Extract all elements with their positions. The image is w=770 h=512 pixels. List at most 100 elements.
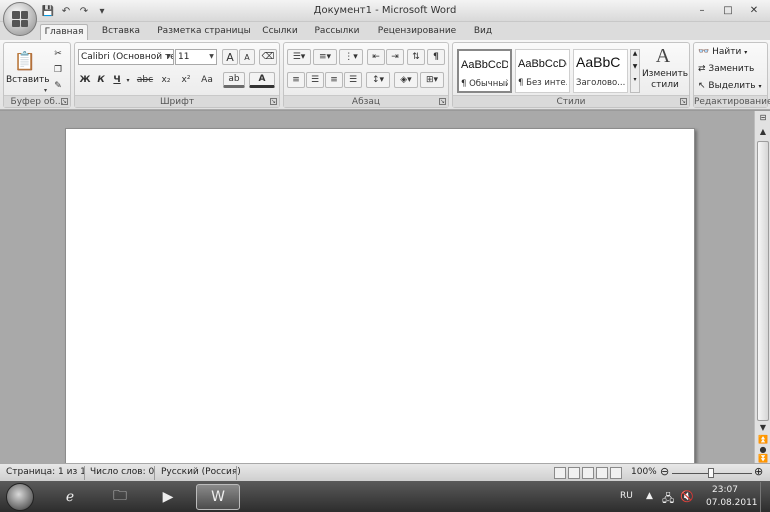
- decrease-indent-icon[interactable]: ⇤: [367, 49, 385, 65]
- draft-view-icon[interactable]: [610, 467, 622, 479]
- increase-indent-icon[interactable]: ⇥: [386, 49, 404, 65]
- paste-icon[interactable]: 📋: [10, 47, 40, 75]
- network-icon[interactable]: 🖧: [662, 490, 674, 509]
- tray-time[interactable]: 23:07: [712, 485, 738, 495]
- bold-button[interactable]: Ж: [78, 72, 92, 88]
- subscript-button[interactable]: x₂: [157, 72, 175, 88]
- styles-up-icon[interactable]: ▲: [631, 50, 639, 57]
- minimize-button[interactable]: –: [690, 2, 714, 18]
- tray-language[interactable]: RU: [620, 491, 633, 501]
- font-name-combo[interactable]: Calibri (Основной те ▼: [78, 49, 174, 65]
- change-styles-label-1[interactable]: Изменить: [641, 69, 689, 79]
- change-styles-icon[interactable]: A: [649, 45, 677, 67]
- tab-view[interactable]: Вид: [470, 24, 496, 40]
- change-styles-label-2[interactable]: стили: [641, 80, 689, 90]
- align-right-icon[interactable]: ≡: [325, 72, 343, 88]
- numbering-icon[interactable]: ≡▾: [313, 49, 337, 65]
- zoom-in-icon[interactable]: ⊕: [754, 465, 763, 478]
- font-launcher-icon[interactable]: ↘: [270, 98, 277, 105]
- print-layout-view-icon[interactable]: [554, 467, 566, 479]
- tab-references[interactable]: Ссылки: [260, 24, 300, 40]
- borders-icon[interactable]: ⊞▾: [420, 72, 444, 88]
- line-spacing-icon[interactable]: ↕▾: [366, 72, 390, 88]
- style-no-spacing[interactable]: AaBbCcDc ¶ Без инте...: [515, 49, 570, 93]
- status-language[interactable]: Русский (Россия): [161, 467, 241, 477]
- browse-object-icon[interactable]: ●: [757, 445, 769, 454]
- document-page[interactable]: [65, 128, 695, 468]
- styles-gallery-scroll[interactable]: ▲ ▼ ▾: [630, 49, 640, 93]
- status-word-count[interactable]: Число слов: 0: [90, 467, 154, 477]
- style-normal[interactable]: AaBbCcDc ¶ Обычный: [457, 49, 512, 93]
- format-painter-icon[interactable]: ✎: [50, 78, 66, 94]
- maximize-button[interactable]: □: [716, 2, 740, 18]
- replace-button[interactable]: ⇄ Заменить: [698, 64, 754, 74]
- find-button[interactable]: 👓 Найти ▾: [698, 47, 747, 57]
- show-desktop-button[interactable]: [760, 482, 770, 512]
- font-size-dropdown-icon[interactable]: ▼: [207, 50, 216, 64]
- full-screen-reading-icon[interactable]: [568, 467, 580, 479]
- bullets-icon[interactable]: ☰▾: [287, 49, 311, 65]
- tray-show-hidden-icon[interactable]: ▲: [646, 491, 653, 501]
- status-page[interactable]: Страница: 1 из 1: [6, 467, 86, 477]
- align-center-icon[interactable]: ☰: [306, 72, 324, 88]
- underline-dropdown-icon[interactable]: ▾: [124, 72, 132, 88]
- justify-icon[interactable]: ☰: [344, 72, 362, 88]
- shrink-font-button[interactable]: A: [239, 49, 255, 65]
- underline-button[interactable]: Ч: [110, 72, 124, 88]
- superscript-button[interactable]: x²: [177, 72, 195, 88]
- scroll-thumb[interactable]: [757, 141, 769, 421]
- italic-button[interactable]: К: [94, 72, 108, 88]
- clipboard-launcher-icon[interactable]: ↘: [61, 98, 68, 105]
- shading-icon[interactable]: ◈▾: [394, 72, 418, 88]
- tab-review[interactable]: Рецензирование: [375, 24, 459, 40]
- group-font: Calibri (Основной те ▼ 11 ▼ A A ⌫ Ж К Ч …: [74, 42, 280, 108]
- styles-launcher-icon[interactable]: ↘: [680, 98, 687, 105]
- zoom-out-icon[interactable]: ⊖: [660, 465, 669, 478]
- font-color-button[interactable]: A: [249, 72, 275, 88]
- tray-date[interactable]: 07.08.2011: [706, 498, 758, 508]
- zoom-level[interactable]: 100%: [631, 467, 657, 477]
- paragraph-launcher-icon[interactable]: ↘: [439, 98, 446, 105]
- ruler-toggle-icon[interactable]: ⊟: [757, 113, 769, 122]
- web-layout-icon[interactable]: [582, 467, 594, 479]
- close-button[interactable]: ✕: [742, 2, 766, 18]
- style-heading[interactable]: AaBbC Заголово...: [573, 49, 628, 93]
- tab-page-layout[interactable]: Разметка страницы: [152, 24, 256, 40]
- change-case-button[interactable]: Aa: [197, 72, 217, 88]
- media-player-icon[interactable]: ▶: [150, 484, 186, 510]
- paste-button-label[interactable]: Вставить: [6, 75, 50, 85]
- scroll-up-icon[interactable]: ▲: [757, 127, 769, 136]
- start-button[interactable]: [6, 483, 34, 511]
- styles-down-icon[interactable]: ▼: [631, 63, 639, 70]
- show-marks-button[interactable]: ¶: [427, 49, 445, 65]
- zoom-slider-thumb[interactable]: [708, 468, 714, 478]
- styles-more-icon[interactable]: ▾: [631, 76, 639, 83]
- internet-explorer-icon[interactable]: ℯ: [52, 484, 88, 510]
- font-name-dropdown-icon[interactable]: ▼: [164, 50, 173, 64]
- font-size-combo[interactable]: 11 ▼: [175, 49, 217, 65]
- highlight-button[interactable]: ab: [223, 72, 245, 88]
- ribbon-tabs: Главная Вставка Разметка страницы Ссылки…: [0, 22, 770, 40]
- next-page-icon[interactable]: ⏬: [757, 454, 769, 463]
- cut-icon[interactable]: ✂: [50, 46, 66, 62]
- grow-font-button[interactable]: A: [222, 49, 238, 65]
- office-button[interactable]: [3, 2, 37, 36]
- align-left-icon[interactable]: ≡: [287, 72, 305, 88]
- copy-icon[interactable]: ❐: [50, 62, 66, 78]
- strikethrough-button[interactable]: abc: [135, 72, 155, 88]
- clear-formatting-icon[interactable]: ⌫: [259, 49, 277, 65]
- ribbon: 📋 Вставить ▾ ✂ ❐ ✎ Буфер об... ↘ Calibri…: [0, 40, 770, 110]
- vertical-scrollbar[interactable]: ⊟ ▲ ▼ ⏫ ● ⏬: [754, 111, 770, 463]
- multilevel-list-icon[interactable]: ⋮▾: [339, 49, 363, 65]
- outline-view-icon[interactable]: [596, 467, 608, 479]
- scroll-down-icon[interactable]: ▼: [757, 423, 769, 432]
- volume-muted-icon[interactable]: 🔇: [680, 490, 694, 503]
- prev-page-icon[interactable]: ⏫: [757, 435, 769, 444]
- word-taskbar-icon[interactable]: W: [196, 484, 240, 510]
- select-button[interactable]: ↖ Выделить ▾: [698, 81, 762, 91]
- tab-home[interactable]: Главная: [40, 24, 88, 40]
- tab-insert[interactable]: Вставка: [96, 24, 146, 40]
- sort-icon[interactable]: ⇅: [407, 49, 425, 65]
- file-explorer-icon[interactable]: 🗀: [102, 484, 138, 510]
- tab-mailings[interactable]: Рассылки: [310, 24, 364, 40]
